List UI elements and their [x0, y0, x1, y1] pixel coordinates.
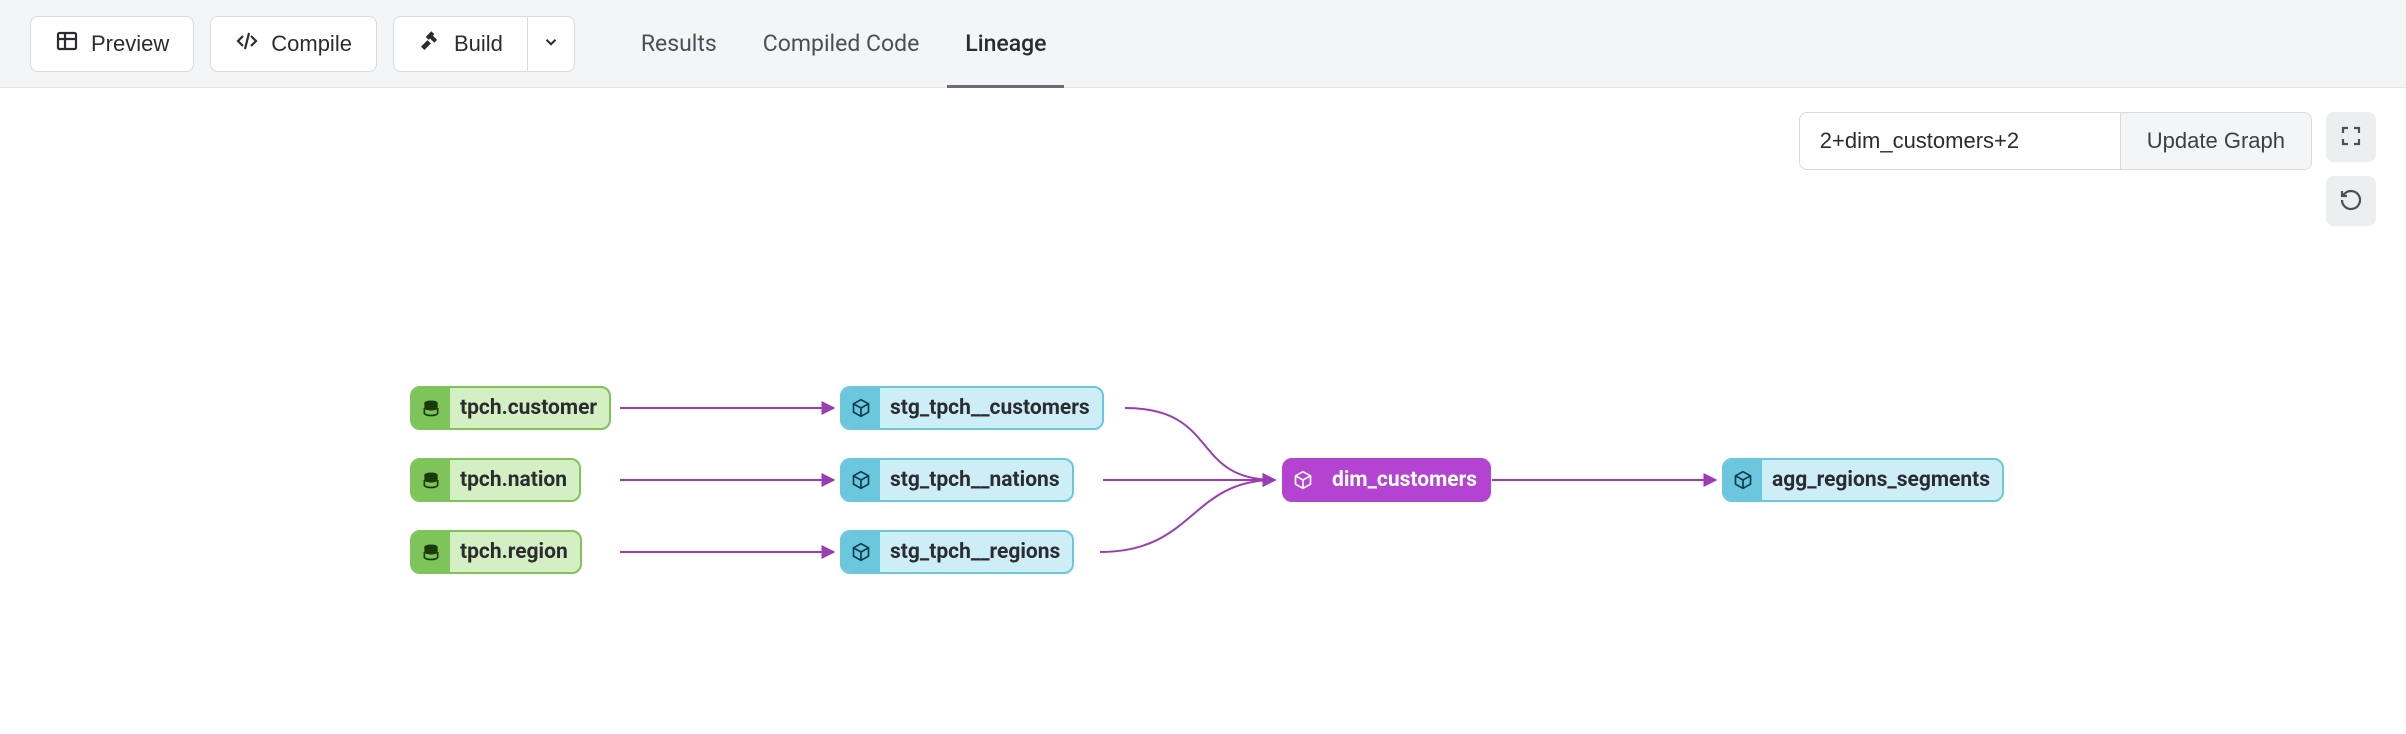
database-icon [412, 532, 450, 572]
undo-icon [2339, 188, 2363, 215]
canvas-side-icons [2326, 112, 2376, 226]
reset-button[interactable] [2326, 176, 2376, 226]
build-dropdown-button[interactable] [527, 16, 575, 72]
node-label: tpch.region [460, 540, 568, 564]
node-model-agg-regions-segments[interactable]: agg_regions_segments [1722, 458, 2004, 502]
fullscreen-button[interactable] [2326, 112, 2376, 162]
tab-results[interactable]: Results [641, 0, 717, 87]
node-model-dim-customers[interactable]: dim_customers [1282, 458, 1491, 502]
tabs: Results Compiled Code Lineage [641, 0, 1047, 87]
cube-icon [1724, 460, 1762, 500]
node-label: tpch.nation [460, 468, 567, 492]
tab-compiled-code[interactable]: Compiled Code [763, 0, 920, 87]
lineage-canvas[interactable]: Update Graph [0, 88, 2406, 734]
cube-icon [842, 532, 880, 572]
build-button[interactable]: Build [393, 16, 527, 72]
preview-label: Preview [91, 31, 169, 57]
cube-icon [842, 460, 880, 500]
build-label: Build [454, 31, 503, 57]
selector-input[interactable] [1800, 113, 2120, 169]
cube-icon [1284, 460, 1322, 500]
database-icon [412, 388, 450, 428]
preview-button[interactable]: Preview [30, 16, 194, 72]
node-label: dim_customers [1332, 468, 1477, 492]
node-model-stg-nations[interactable]: stg_tpch__nations [840, 458, 1074, 502]
chevron-down-icon [542, 31, 560, 57]
node-source-tpch-nation[interactable]: tpch.nation [410, 458, 581, 502]
table-icon [55, 29, 79, 59]
database-icon [412, 460, 450, 500]
graph-controls: Update Graph [1799, 112, 2376, 226]
node-label: stg_tpch__nations [890, 468, 1060, 492]
selector-group: Update Graph [1799, 112, 2312, 170]
node-label: agg_regions_segments [1772, 468, 1990, 492]
node-model-stg-customers[interactable]: stg_tpch__customers [840, 386, 1104, 430]
node-label: tpch.customer [460, 396, 597, 420]
tab-lineage[interactable]: Lineage [965, 0, 1046, 87]
node-source-tpch-customer[interactable]: tpch.customer [410, 386, 611, 430]
build-button-group: Build [393, 16, 575, 72]
compile-button[interactable]: Compile [210, 16, 377, 72]
cube-icon [842, 388, 880, 428]
node-model-stg-regions[interactable]: stg_tpch__regions [840, 530, 1074, 574]
compile-label: Compile [271, 31, 352, 57]
node-label: stg_tpch__regions [890, 540, 1060, 564]
code-icon [235, 29, 259, 59]
toolbar: Preview Compile Build Results Compiled C… [0, 0, 2406, 88]
node-source-tpch-region[interactable]: tpch.region [410, 530, 582, 574]
expand-icon [2339, 124, 2363, 151]
update-graph-button[interactable]: Update Graph [2120, 113, 2311, 169]
node-label: stg_tpch__customers [890, 396, 1090, 420]
hammer-icon [418, 29, 442, 59]
